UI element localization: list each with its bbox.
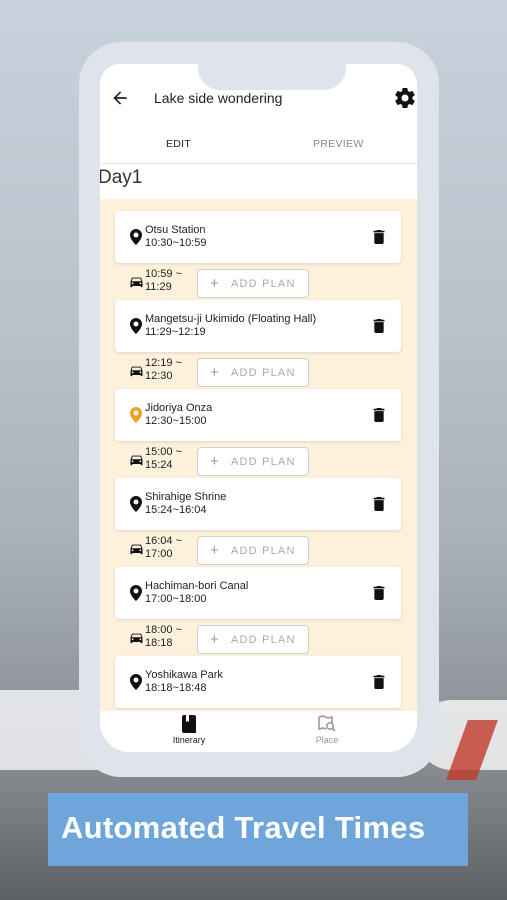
trash-icon[interactable] (373, 230, 385, 244)
car-icon (130, 277, 143, 288)
location-pin-icon (130, 496, 142, 512)
place-time: 18:18~18:48 (145, 682, 207, 694)
nav-place[interactable]: Place (287, 715, 367, 745)
trash-icon[interactable] (373, 675, 385, 689)
place-card[interactable]: Hachiman-bori Canal 17:00~18:00 (115, 567, 401, 619)
location-pin-icon (130, 674, 142, 690)
location-pin-icon (130, 407, 142, 423)
add-plan-button[interactable]: + ADD PLAN (197, 447, 309, 476)
tab-edit[interactable]: EDIT (166, 138, 191, 150)
add-plan-button[interactable]: + ADD PLAN (197, 358, 309, 387)
car-icon (130, 633, 143, 644)
app-screen: Lake side wondering EDIT PREVIEW Day1 Ot… (100, 64, 417, 752)
place-time: 12:30~15:00 (145, 415, 207, 427)
travel-row: 10:59 ~11:29 + ADD PLAN (100, 265, 417, 301)
place-time: 10:30~10:59 (145, 237, 207, 249)
place-name: Yoshikawa Park (145, 669, 223, 681)
page-title: Lake side wondering (154, 90, 283, 106)
book-icon (182, 715, 196, 733)
add-plan-button[interactable]: + ADD PLAN (197, 536, 309, 565)
banner-text: Automated Travel Times (61, 810, 426, 845)
day-heading: Day1 (100, 167, 143, 188)
travel-time: 16:04 ~17:00 (145, 535, 183, 560)
trash-icon[interactable] (373, 497, 385, 511)
add-plan-button[interactable]: + ADD PLAN (197, 625, 309, 654)
travel-time: 10:59 ~11:29 (145, 268, 183, 293)
itinerary-list: Otsu Station 10:30~10:59 10:59 ~11:29 + A… (100, 199, 417, 711)
plus-icon: + (210, 542, 220, 559)
bottom-nav: Itinerary Place (100, 711, 417, 752)
location-pin-icon (130, 585, 142, 601)
location-pin-icon (130, 318, 142, 334)
add-plan-button[interactable]: + ADD PLAN (197, 269, 309, 298)
gear-icon[interactable] (393, 86, 417, 110)
travel-row: 12:19 ~12:30 + ADD PLAN (100, 354, 417, 390)
back-arrow-icon[interactable] (110, 88, 130, 108)
place-name: Otsu Station (145, 224, 206, 236)
travel-time: 12:19 ~12:30 (145, 357, 183, 382)
place-name: Hachiman-bori Canal (145, 580, 249, 592)
trash-icon[interactable] (373, 586, 385, 600)
place-name: Mangetsu-ji Ukimido (Floating Hall) (145, 313, 317, 325)
travel-time: 18:00 ~18:18 (145, 624, 183, 649)
tab-bar: EDIT PREVIEW (100, 126, 417, 164)
location-pin-icon (130, 229, 142, 245)
place-name: Shirahige Shrine (145, 491, 227, 503)
car-icon (130, 544, 143, 555)
trash-icon[interactable] (373, 319, 385, 333)
travel-row: 15:00 ~15:24 + ADD PLAN (100, 443, 417, 479)
place-name: Jidoriya Onza (145, 402, 213, 414)
nav-itinerary[interactable]: Itinerary (149, 715, 229, 745)
place-card[interactable]: Otsu Station 10:30~10:59 (115, 211, 401, 263)
plus-icon: + (210, 453, 220, 470)
place-time: 17:00~18:00 (145, 593, 207, 605)
travel-row: 16:04 ~17:00 + ADD PLAN (100, 532, 417, 568)
plus-icon: + (210, 631, 220, 648)
nav-itinerary-label: Itinerary (172, 735, 206, 745)
travel-row: 18:00 ~18:18 + ADD PLAN (100, 621, 417, 657)
promo-banner: Automated Travel Times (48, 793, 468, 866)
place-card[interactable]: Jidoriya Onza 12:30~15:00 (115, 389, 401, 441)
place-time: 15:24~16:04 (145, 504, 207, 516)
map-search-icon (318, 715, 336, 732)
travel-time: 15:00 ~15:24 (145, 446, 183, 471)
place-time: 11:29~12:19 (145, 326, 206, 338)
phone-notch (198, 42, 346, 90)
car-icon (130, 455, 143, 466)
plus-icon: + (210, 364, 220, 381)
trash-icon[interactable] (373, 408, 385, 422)
car-icon (130, 366, 143, 377)
plus-icon: + (210, 275, 220, 292)
place-card[interactable]: Mangetsu-ji Ukimido (Floating Hall) 11:2… (115, 300, 401, 352)
place-card[interactable]: Shirahige Shrine 15:24~16:04 (115, 478, 401, 530)
nav-place-label: Place (315, 735, 339, 745)
tab-preview[interactable]: PREVIEW (313, 138, 364, 150)
place-card[interactable]: Yoshikawa Park 18:18~18:48 (115, 656, 401, 708)
